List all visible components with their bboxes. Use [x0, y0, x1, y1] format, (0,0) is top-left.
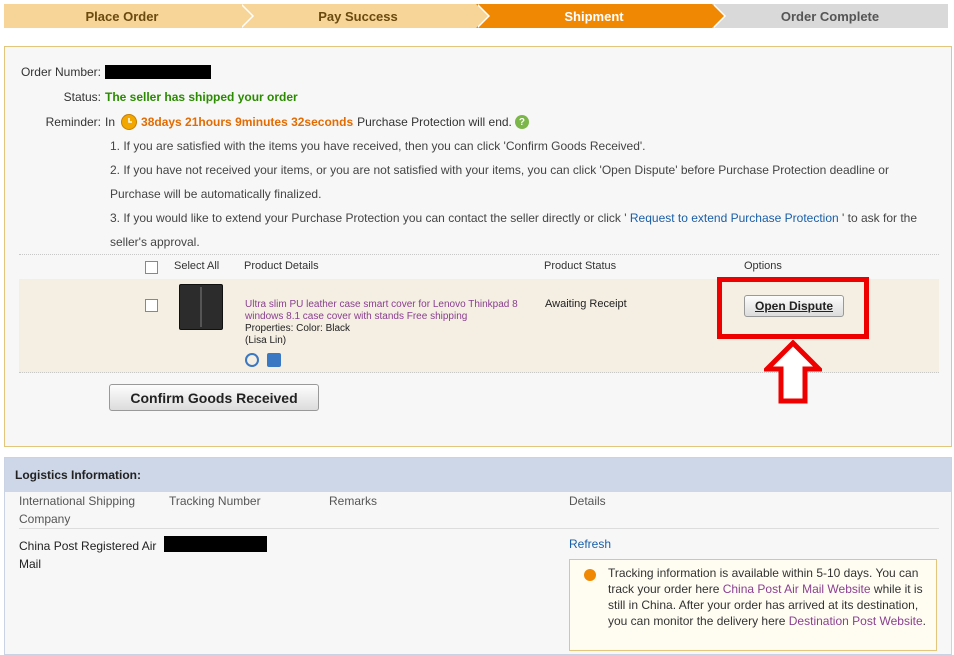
product-seller: (Lisa Lin) [245, 335, 287, 346]
tracking-text-3: . [922, 614, 926, 628]
carrier-name: China Post Registered Air Mail [19, 539, 157, 571]
status-label: Status: [63, 90, 101, 104]
help-icon[interactable]: ? [514, 115, 529, 129]
snapshot-icon[interactable] [267, 353, 281, 367]
reminder-label: Reminder: [45, 115, 101, 129]
logistics-title: Logistics Information: [5, 458, 951, 492]
status-value: The seller has shipped your order [105, 90, 298, 104]
product-thumbnail[interactable] [179, 284, 223, 330]
refresh-link[interactable]: Refresh [569, 537, 611, 551]
product-icons [245, 353, 281, 367]
product-checkbox[interactable] [145, 299, 158, 312]
divider [19, 528, 939, 529]
order-number-label: Order Number: [20, 65, 101, 79]
step-order-complete: Order Complete [712, 4, 948, 28]
col-tracking-number: Tracking Number [169, 494, 261, 508]
info-3-pre: 3. If you would like to extend your Purc… [110, 211, 627, 225]
order-progress-bar: Place Order Pay Success Shipment Order C… [4, 4, 948, 28]
clock-icon [121, 114, 138, 130]
step-shipment: Shipment [476, 4, 726, 28]
logistics-panel: Logistics Information: International Shi… [4, 457, 952, 655]
col-product-status: Product Status [544, 260, 617, 272]
product-status: Awaiting Receipt [545, 298, 627, 310]
product-table-header: Select All Product Details Product Statu… [19, 254, 939, 278]
china-post-website-link[interactable]: China Post Air Mail Website [723, 582, 871, 596]
redacted-order-number [105, 65, 211, 79]
select-all-label: Select All [174, 260, 220, 272]
info-line-3a: 3. If you would like to extend your Purc… [110, 206, 917, 230]
info-line-3b: seller's approval. [110, 235, 200, 249]
col-details: Details [569, 494, 606, 508]
product-properties: Properties: Color: Black (Lisa Lin) [245, 323, 350, 347]
col-options: Options [744, 260, 782, 272]
alarm-clock-icon[interactable] [245, 353, 259, 367]
step-place-order: Place Order [4, 4, 254, 28]
tracking-info-box: Tracking information is available within… [569, 559, 937, 651]
status-row: Status: The seller has shipped your orde… [5, 90, 298, 104]
step-label: Order Complete [780, 8, 880, 24]
request-extend-protection-link[interactable]: Request to extend Purchase Protection [627, 211, 842, 225]
destination-post-website-link[interactable]: Destination Post Website [789, 614, 923, 628]
countdown-timer: 38days 21hours 9minutes 32seconds [141, 115, 354, 129]
info-line-2a: 2. If you have not received your items, … [110, 163, 889, 177]
reminder-in: In [105, 115, 116, 129]
reminder-row: Reminder: In 38days 21hours 9minutes 32s… [5, 114, 529, 130]
col-remarks: Remarks [329, 494, 378, 508]
tracking-info-text: Tracking information is available within… [608, 565, 933, 629]
product-title-link[interactable]: Ultra slim PU leather case smart cover f… [245, 299, 535, 323]
open-dispute-button[interactable]: Open Dispute [744, 295, 844, 317]
col-product-details: Product Details [244, 260, 319, 272]
step-label: Pay Success [318, 8, 398, 24]
step-label: Shipment [564, 8, 624, 24]
info-line-2b: Purchase will be automatically finalized… [110, 187, 322, 201]
col-shipping-company: International Shipping Company [19, 494, 136, 526]
info-line-1: 1. If you are satisfied with the items y… [110, 139, 646, 153]
confirm-goods-received-button[interactable]: Confirm Goods Received [109, 384, 319, 411]
product-color: Properties: Color: Black [245, 323, 351, 334]
reminder-suffix: Purchase Protection will end. [357, 115, 512, 129]
step-label: Place Order [85, 8, 159, 24]
red-up-arrow-icon [764, 340, 822, 404]
step-pay-success: Pay Success [240, 4, 490, 28]
order-number-row: Order Number: [5, 65, 211, 79]
lightbulb-icon [584, 569, 596, 581]
info-3-post: ' to ask for the [842, 211, 918, 225]
redacted-tracking-number [164, 536, 267, 552]
select-all-checkbox[interactable] [145, 261, 158, 274]
